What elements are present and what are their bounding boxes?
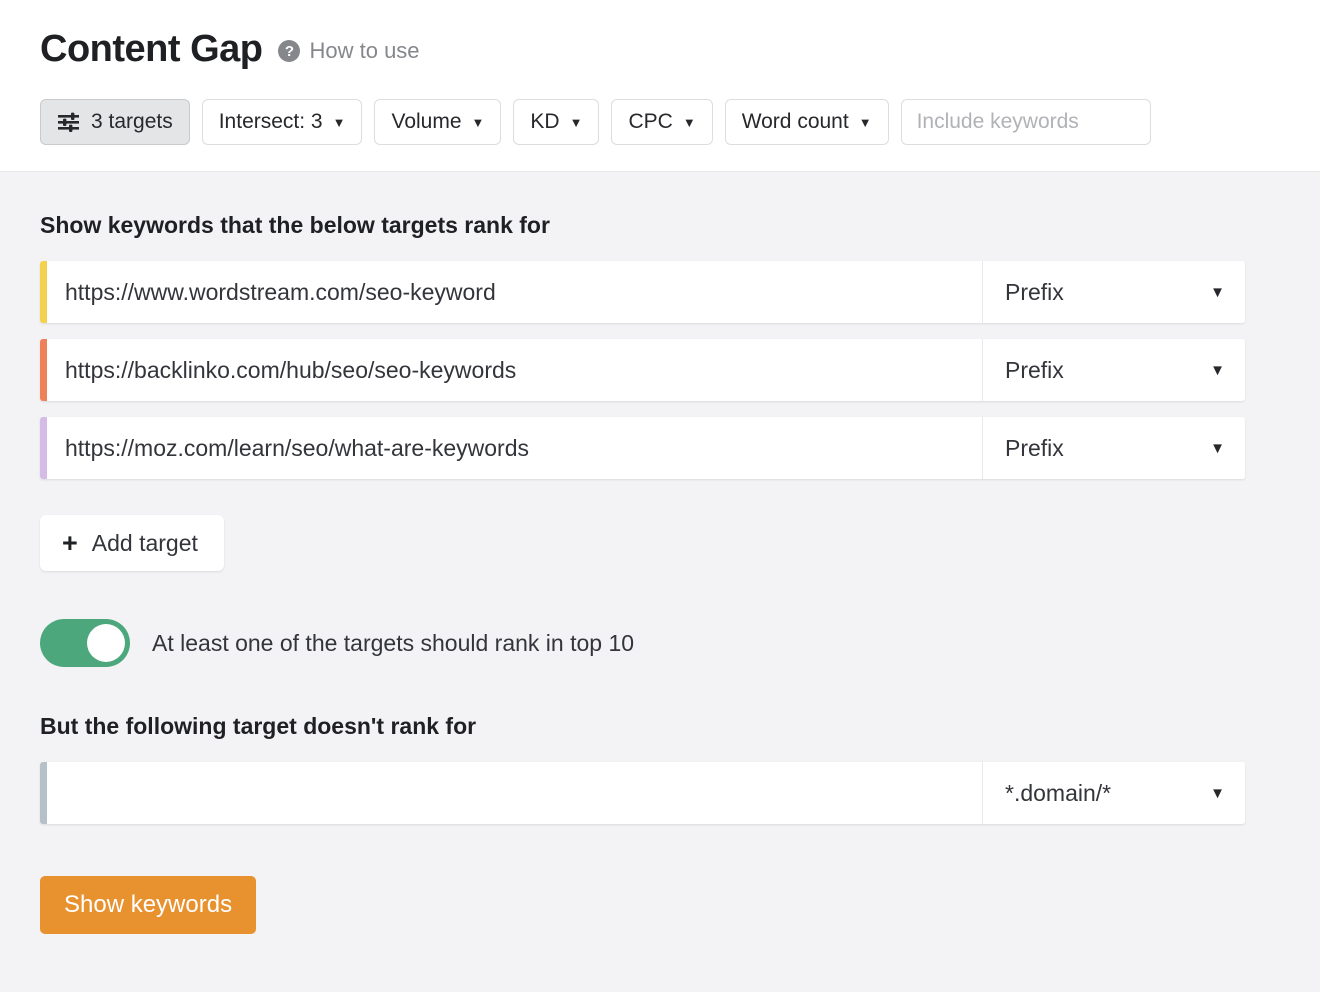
- question-mark-circle-icon: ?: [278, 40, 300, 62]
- targets-filter-button[interactable]: 3 targets: [40, 99, 190, 145]
- plus-icon: +: [62, 530, 78, 557]
- include-keywords-input[interactable]: Include keywords: [901, 99, 1151, 145]
- page-title: Content Gap: [40, 30, 262, 68]
- exclude-target-row: *.domain/* ▼: [40, 762, 1245, 824]
- target-match-mode-label: Prefix: [1005, 435, 1064, 462]
- word-count-filter-button[interactable]: Word count ▼: [725, 99, 889, 145]
- page-header: Content Gap ? How to use 3 targets Inter…: [0, 0, 1320, 172]
- how-to-use-link[interactable]: ? How to use: [278, 38, 419, 64]
- target-accent-bar: [40, 261, 47, 323]
- chevron-down-icon: ▼: [1210, 440, 1225, 457]
- exclude-target-match-mode-label: *.domain/*: [1005, 780, 1111, 807]
- chevron-down-icon: ▼: [333, 116, 346, 129]
- target-accent-bar: [40, 417, 47, 479]
- chevron-down-icon: ▼: [472, 116, 485, 129]
- target-match-mode-select[interactable]: Prefix ▼: [982, 417, 1245, 479]
- chevron-down-icon: ▼: [1210, 785, 1225, 802]
- target-match-mode-label: Prefix: [1005, 357, 1064, 384]
- top-ten-toggle[interactable]: [40, 619, 130, 667]
- chevron-down-icon: ▼: [683, 116, 696, 129]
- target-match-mode-label: Prefix: [1005, 279, 1064, 306]
- title-row: Content Gap ? How to use: [40, 24, 1320, 74]
- target-match-mode-select[interactable]: Prefix ▼: [982, 339, 1245, 401]
- add-target-label: Add target: [92, 530, 198, 557]
- targets-filter-label: 3 targets: [91, 110, 173, 134]
- intersect-filter-button[interactable]: Intersect: 3 ▼: [202, 99, 363, 145]
- chevron-down-icon: ▼: [1210, 362, 1225, 379]
- toggle-knob: [87, 624, 125, 662]
- cpc-filter-label: CPC: [628, 110, 672, 134]
- target-row: Prefix ▼: [40, 417, 1245, 479]
- cpc-filter-button[interactable]: CPC ▼: [611, 99, 712, 145]
- exclude-target-accent-bar: [40, 762, 47, 824]
- target-url-input[interactable]: [47, 339, 982, 401]
- top-ten-toggle-label: At least one of the targets should rank …: [152, 630, 634, 657]
- exclude-target-url-input[interactable]: [47, 762, 982, 824]
- sliders-icon: [57, 112, 81, 132]
- word-count-filter-label: Word count: [742, 110, 849, 134]
- exclude-target-match-mode-select[interactable]: *.domain/* ▼: [982, 762, 1245, 824]
- target-url-input[interactable]: [47, 417, 982, 479]
- chevron-down-icon: ▼: [1210, 284, 1225, 301]
- target-match-mode-select[interactable]: Prefix ▼: [982, 261, 1245, 323]
- target-accent-bar: [40, 339, 47, 401]
- chevron-down-icon: ▼: [570, 116, 583, 129]
- top-ten-toggle-row: At least one of the targets should rank …: [40, 619, 1280, 667]
- include-section-heading: Show keywords that the below targets ran…: [40, 212, 1280, 239]
- content-gap-form: Show keywords that the below targets ran…: [0, 172, 1320, 992]
- target-url-input[interactable]: [47, 261, 982, 323]
- volume-filter-label: Volume: [391, 110, 461, 134]
- kd-filter-label: KD: [530, 110, 559, 134]
- intersect-filter-label: Intersect: 3: [219, 110, 323, 134]
- filter-bar: 3 targets Intersect: 3 ▼ Volume ▼ KD ▼ C…: [40, 99, 1320, 145]
- exclude-section-heading: But the following target doesn't rank fo…: [40, 713, 1280, 740]
- how-to-use-label: How to use: [309, 38, 419, 64]
- include-keywords-placeholder: Include keywords: [917, 110, 1079, 134]
- volume-filter-button[interactable]: Volume ▼: [374, 99, 501, 145]
- kd-filter-button[interactable]: KD ▼: [513, 99, 599, 145]
- target-row: Prefix ▼: [40, 339, 1245, 401]
- add-target-button[interactable]: + Add target: [40, 515, 224, 571]
- target-row: Prefix ▼: [40, 261, 1245, 323]
- chevron-down-icon: ▼: [859, 116, 872, 129]
- show-keywords-button[interactable]: Show keywords: [40, 876, 256, 934]
